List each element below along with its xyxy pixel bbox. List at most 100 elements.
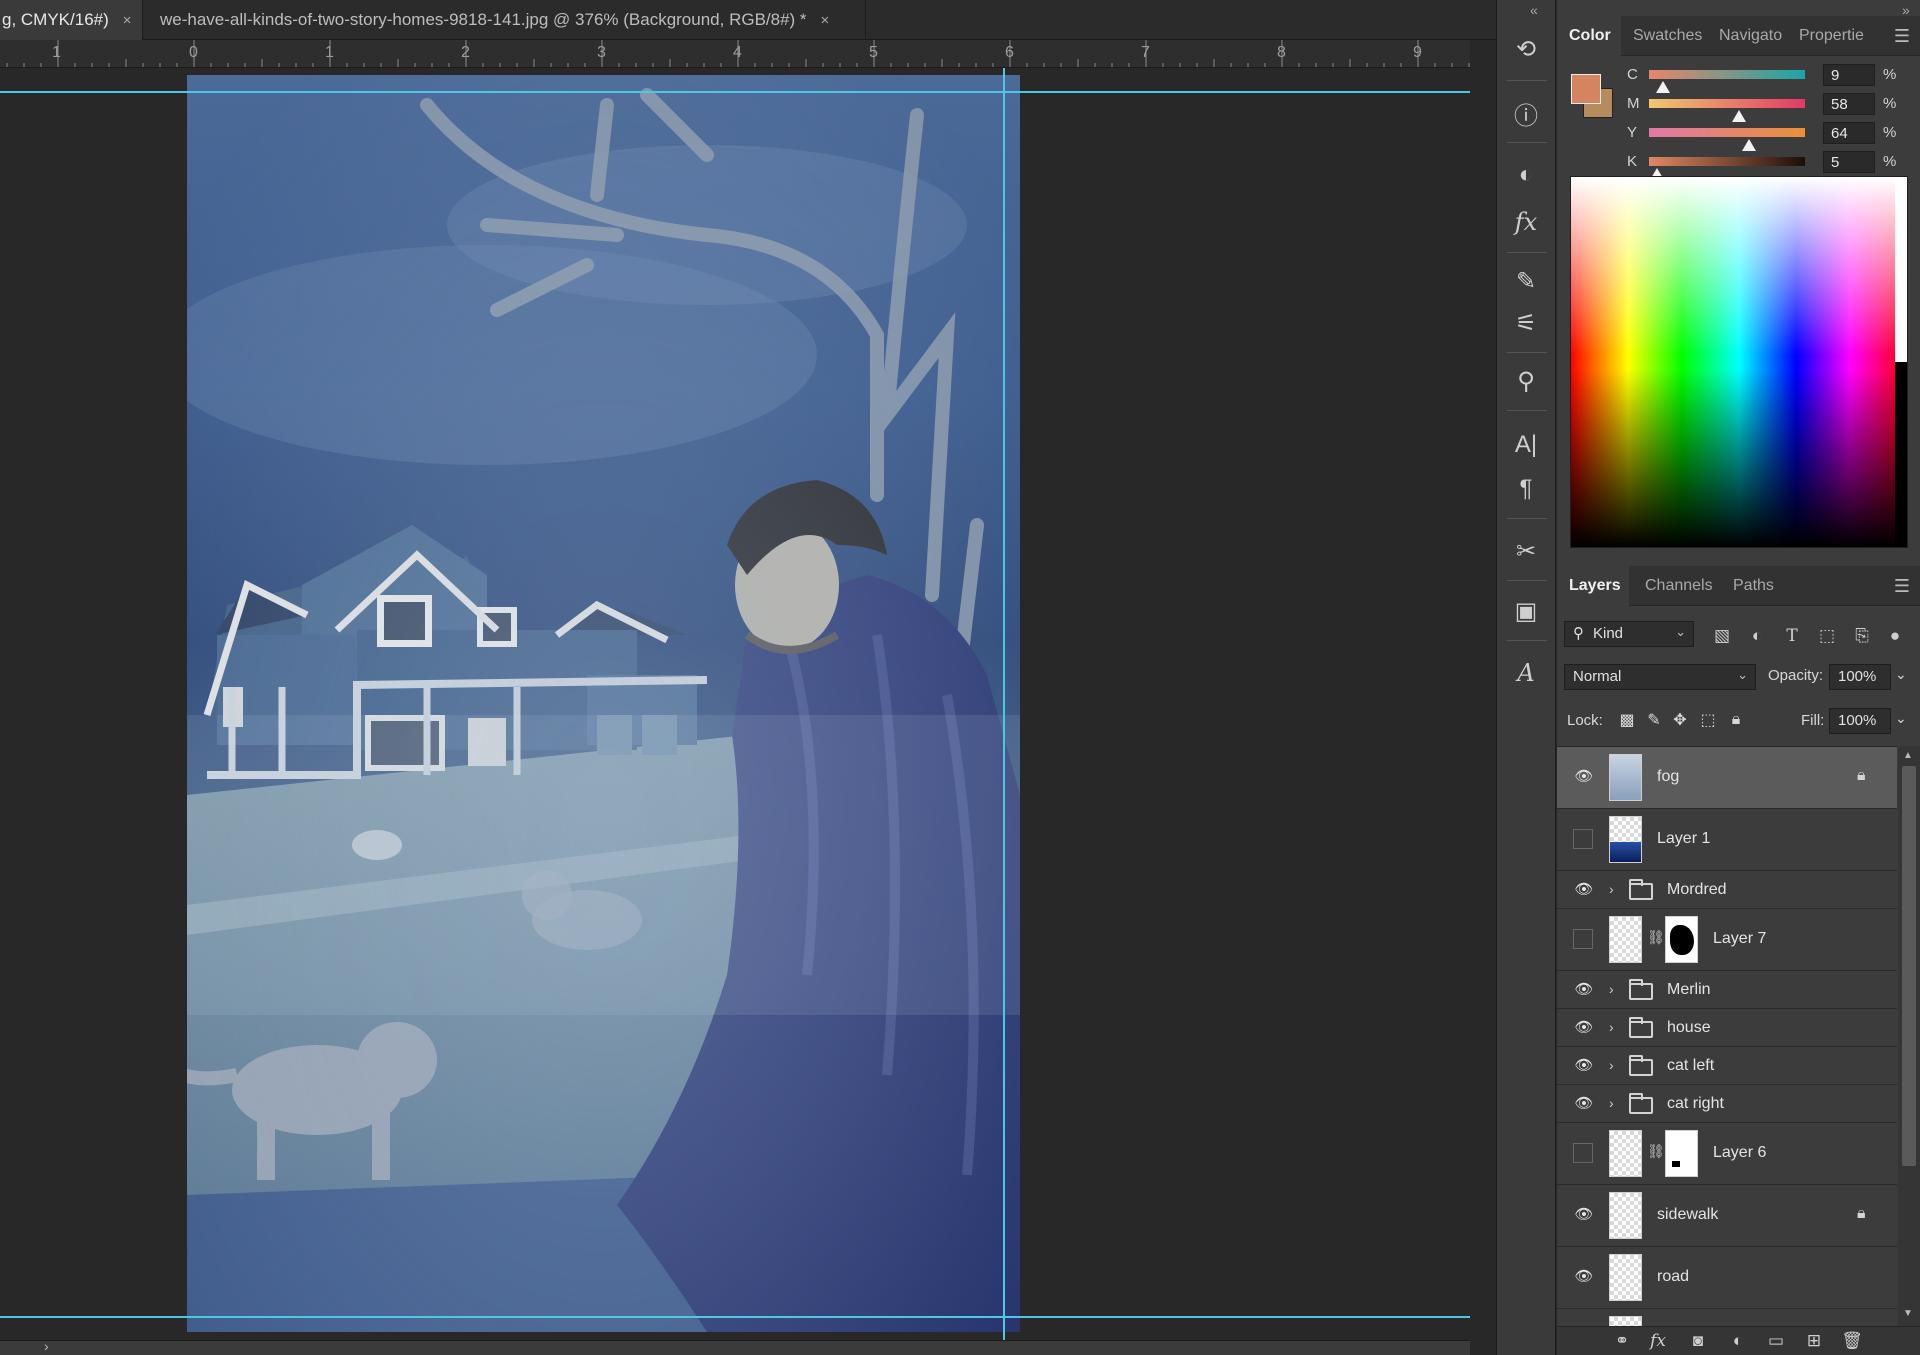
chevron-down-icon[interactable]: ⌄	[1895, 710, 1907, 727]
lock-position-icon[interactable]: ✥	[1669, 709, 1691, 731]
link-icon[interactable]: ⛓	[1647, 1143, 1665, 1160]
layer-row-road[interactable]: 👁︎ road	[1557, 1247, 1897, 1309]
yellow-slider[interactable]	[1649, 128, 1805, 151]
brush-settings-icon[interactable]: ⚟	[1509, 306, 1543, 340]
new-group-icon[interactable]: ▭	[1763, 1330, 1789, 1352]
adjustment-filter-icon[interactable]: ◐	[1745, 624, 1769, 648]
color-spectrum-picker[interactable]	[1570, 176, 1908, 548]
chevron-right-icon[interactable]: ›	[44, 1338, 49, 1354]
cyan-slider[interactable]	[1649, 70, 1805, 93]
document-tab-1[interactable]: g, CMYK/16#) ×	[0, 0, 143, 40]
scrollbar-thumb[interactable]	[1902, 766, 1916, 1166]
eye-icon[interactable]: 👁︎	[1573, 880, 1595, 900]
filter-toggle-icon[interactable]: ●	[1883, 624, 1907, 648]
eye-icon[interactable]: 👁︎	[1573, 767, 1595, 787]
chevron-right-icon[interactable]: ›	[1609, 981, 1614, 997]
info-icon[interactable]: ⓘ	[1509, 96, 1543, 130]
history-icon[interactable]: ⟲	[1509, 32, 1543, 66]
layer-row-layer-1[interactable]: Layer 1	[1557, 809, 1897, 871]
lock-artboard-icon[interactable]: ⬚	[1697, 709, 1719, 731]
grayscale-ramp[interactable]	[1895, 177, 1907, 547]
eye-icon[interactable]: 👁︎	[1573, 1205, 1595, 1225]
layer-mask-thumbnail[interactable]	[1665, 916, 1698, 963]
paragraph-icon[interactable]: ¶	[1509, 472, 1543, 506]
chevron-right-icon[interactable]: ›	[1609, 881, 1614, 897]
eye-icon[interactable]: 👁︎	[1573, 980, 1595, 1000]
tool-presets-icon[interactable]: ✂	[1509, 534, 1543, 568]
layer-mask-thumbnail[interactable]	[1665, 1130, 1698, 1177]
layer-filter-kind-select[interactable]: ⚲ Kind ⌄	[1564, 621, 1694, 647]
visibility-toggle[interactable]	[1573, 1143, 1593, 1163]
visibility-toggle[interactable]	[1573, 829, 1593, 849]
layer-group-cat-right[interactable]: 👁︎ › cat right	[1557, 1085, 1897, 1123]
eye-icon[interactable]: 👁︎	[1573, 1056, 1595, 1076]
chevron-right-icon[interactable]: ›	[1609, 1095, 1614, 1111]
lock-all-icon[interactable]: 🔒︎	[1725, 709, 1747, 731]
adjustments-icon[interactable]: ◐	[1509, 158, 1543, 192]
type-filter-icon[interactable]: T	[1780, 624, 1804, 648]
panel-menu-icon[interactable]: ☰	[1894, 26, 1910, 47]
document-canvas[interactable]	[0, 68, 1470, 1340]
layer-row-layer-7[interactable]: ⛓ Layer 7	[1557, 909, 1897, 971]
layer-group-merlin[interactable]: 👁︎ › Merlin	[1557, 971, 1897, 1009]
eye-icon[interactable]: 👁︎	[1573, 1267, 1595, 1287]
glyphs-icon[interactable]: A	[1509, 656, 1543, 690]
eye-icon[interactable]: 👁︎	[1573, 1018, 1595, 1038]
horizontal-ruler[interactable]: 1 0 1 2 3 4 5 6 7 8 9	[0, 40, 1470, 68]
artboard-icon[interactable]: ▣	[1509, 594, 1543, 628]
slider-thumb[interactable]	[1732, 110, 1747, 122]
tab-navigator[interactable]: Navigato	[1707, 16, 1787, 56]
visibility-toggle[interactable]	[1573, 929, 1593, 949]
opacity-input[interactable]: 100%	[1829, 664, 1891, 690]
delete-layer-icon[interactable]: 🗑︎	[1839, 1330, 1865, 1352]
guide-horizontal[interactable]	[0, 1316, 1470, 1318]
fill-input[interactable]: 100%	[1829, 708, 1891, 734]
black-value-input[interactable]: 5	[1823, 151, 1875, 173]
link-icon[interactable]: ⛓	[1647, 929, 1665, 946]
pixel-filter-icon[interactable]: ▧	[1710, 624, 1734, 648]
brush-presets-icon[interactable]: ✎	[1509, 264, 1543, 298]
chevron-right-icon[interactable]: ›	[1609, 1019, 1614, 1035]
scroll-down-icon[interactable]: ▼	[1903, 1308, 1913, 1319]
eye-icon[interactable]: 👁︎	[1573, 1094, 1595, 1114]
tab-properties[interactable]: Propertie	[1787, 16, 1877, 56]
add-mask-icon[interactable]: ◙	[1685, 1330, 1711, 1352]
new-layer-icon[interactable]: ⊞	[1801, 1330, 1827, 1352]
layer-row-partial[interactable]	[1557, 1309, 1897, 1326]
layer-list-scrollbar[interactable]: ▲ ▼	[1898, 746, 1920, 1326]
foreground-color-swatch[interactable]	[1571, 74, 1601, 104]
document-tab-2[interactable]: we-have-all-kinds-of-two-story-homes-981…	[144, 0, 866, 40]
tab-layers[interactable]: Layers	[1557, 566, 1629, 606]
panel-menu-icon[interactable]: ☰	[1894, 576, 1910, 597]
tab-swatches[interactable]: Swatches	[1621, 16, 1707, 56]
shape-filter-icon[interactable]: ⬚	[1815, 624, 1839, 648]
layer-group-house[interactable]: 👁︎ › house	[1557, 1009, 1897, 1047]
cyan-value-input[interactable]: 9	[1823, 64, 1875, 86]
smart-object-filter-icon[interactable]: ⎘	[1850, 624, 1874, 648]
tab-color[interactable]: Color	[1557, 16, 1621, 56]
guide-horizontal[interactable]	[0, 91, 1470, 93]
layer-row-fog[interactable]: 👁︎ fog 🔒︎	[1557, 747, 1897, 809]
collapse-panels-icon[interactable]: «	[1530, 2, 1538, 18]
lock-image-pixels-icon[interactable]: ✎	[1643, 709, 1665, 731]
layer-row-layer-6[interactable]: ⛓ Layer 6	[1557, 1123, 1897, 1185]
guide-vertical[interactable]	[1003, 68, 1005, 1340]
lock-transparent-pixels-icon[interactable]: ▩	[1616, 709, 1638, 731]
scroll-up-icon[interactable]: ▲	[1903, 750, 1913, 761]
layer-style-icon[interactable]: fx	[1645, 1330, 1671, 1352]
clone-source-icon[interactable]: ⚲	[1509, 364, 1543, 398]
close-icon[interactable]: ×	[821, 12, 830, 29]
chevron-down-icon[interactable]: ⌄	[1895, 666, 1907, 683]
tab-channels[interactable]: Channels	[1633, 566, 1721, 606]
black-slider[interactable]	[1649, 157, 1805, 180]
magenta-slider[interactable]	[1649, 99, 1805, 122]
link-layers-icon[interactable]: ⚭	[1609, 1330, 1635, 1352]
layer-group-cat-left[interactable]: 👁︎ › cat left	[1557, 1047, 1897, 1085]
styles-icon[interactable]: fx	[1509, 205, 1543, 239]
tab-paths[interactable]: Paths	[1721, 566, 1787, 606]
adjustment-layer-icon[interactable]: ◐	[1725, 1330, 1751, 1352]
blend-mode-select[interactable]: Normal ⌄	[1564, 664, 1756, 690]
magenta-value-input[interactable]: 58	[1823, 93, 1875, 115]
slider-thumb[interactable]	[1741, 139, 1756, 151]
expand-panels-icon[interactable]: »	[1902, 2, 1910, 18]
